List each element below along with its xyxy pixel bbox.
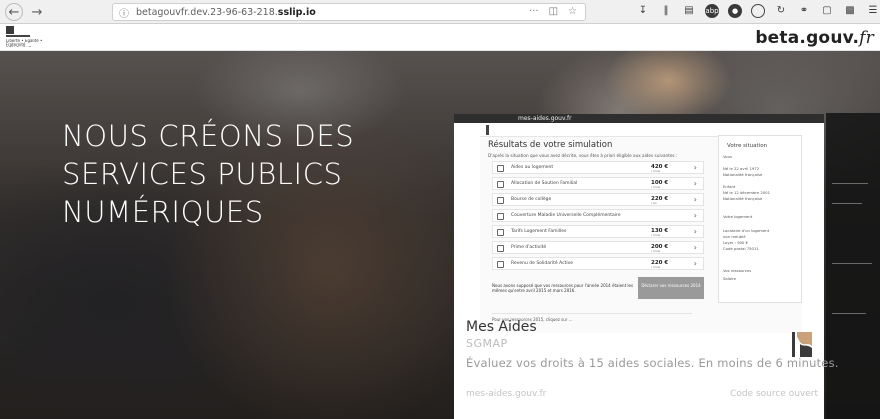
download-icon[interactable]: ↧ (636, 4, 650, 18)
browser-toolbar: ← → ⓘ betagouvfr.dev.23-96-63-218.sslip.… (0, 0, 880, 24)
extension-badge-icon[interactable]: abp (705, 4, 719, 18)
pocket-icon[interactable]: ◫ (549, 6, 558, 17)
back-arrow-icon: ← (8, 4, 20, 20)
site-header: Liberté • Égalité • Fraternité RÉPUBLIQU… (0, 24, 880, 51)
link-icon[interactable]: ⚭ (797, 4, 811, 18)
sync-icon[interactable]: ↻ (774, 4, 788, 18)
extension-dark-icon[interactable]: ● (728, 4, 742, 18)
hero-title-line: NOUS CRÉONS DES (62, 119, 355, 153)
bookmark-star-icon[interactable]: ☆ (568, 6, 577, 17)
marianne-logo[interactable]: Liberté • Égalité • Fraternité RÉPUBLIQU… (6, 26, 50, 48)
card-site-link[interactable]: mes-aides.gouv.fr (466, 389, 546, 399)
card-source-link[interactable]: Code source ouvert (730, 389, 818, 399)
forward-arrow-icon: → (31, 4, 43, 20)
screenshot-icon[interactable]: ▢ (820, 4, 834, 18)
background-screen (826, 113, 880, 419)
sidebar-icon[interactable]: ▤ (682, 4, 696, 18)
card-title[interactable]: Mes Aides (466, 319, 537, 335)
menu-icon[interactable]: ☰ (866, 4, 880, 18)
back-button[interactable]: ← (5, 3, 23, 21)
extension-square-icon[interactable]: ▩ (843, 4, 857, 18)
forward-button[interactable]: → (28, 3, 46, 21)
hero-section: NOUS CRÉONS DES SERVICES PUBLICS NUMÉRIQ… (0, 51, 880, 419)
url-bar[interactable]: ⓘ betagouvfr.dev.23-96-63-218.sslip.io ·… (112, 3, 586, 21)
hero-title-line: SERVICES PUBLICS (62, 157, 343, 191)
card-org: SGMAP (466, 337, 508, 350)
mes-aides-logo (792, 332, 812, 357)
url-text: betagouvfr.dev.23-96-63-218.sslip.io (136, 6, 316, 18)
hero-title: NOUS CRÉONS DES SERVICES PUBLICS NUMÉRIQ… (62, 117, 442, 231)
hero-title-line: NUMÉRIQUES (62, 195, 264, 229)
info-icon[interactable]: ⓘ (119, 5, 129, 20)
card-text: Mes Aides SGMAP Évaluez vos droits à 15 … (454, 51, 838, 419)
card-description: Évaluez vos droits à 15 aides sociales. … (466, 356, 839, 370)
more-icon[interactable]: ··· (529, 6, 539, 17)
library-icon[interactable]: ‖ (659, 4, 673, 18)
extension-circle-icon[interactable] (751, 4, 765, 18)
brand-logo[interactable]: beta.gouv.fr (755, 28, 874, 48)
